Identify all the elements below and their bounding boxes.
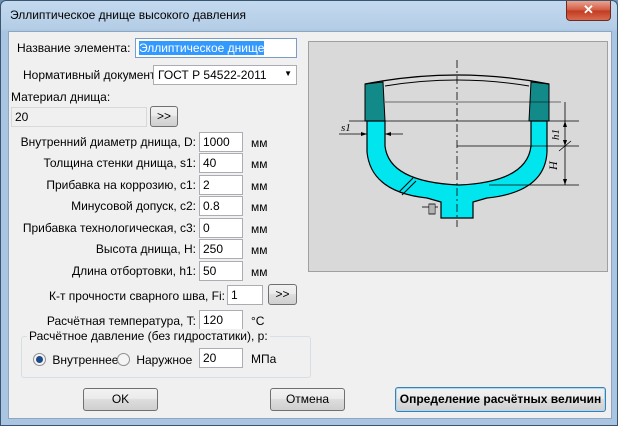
param-input-d[interactable]: 1000 bbox=[199, 132, 243, 152]
chevron-down-icon: ▼ bbox=[284, 69, 292, 78]
param-unit-s1: мм bbox=[251, 157, 268, 171]
h1-label: h1 bbox=[550, 129, 562, 140]
calc-values-button[interactable]: Определение расчётных величин bbox=[395, 387, 606, 412]
window-title: Эллиптическое днище высокого давления bbox=[10, 8, 246, 22]
param-label-h1: Длина отбортовки, h1: bbox=[71, 264, 196, 278]
title-bar[interactable]: Эллиптическое днище высокого давления ✕ bbox=[1, 1, 617, 31]
radio-outer-label: Наружное bbox=[136, 352, 193, 367]
norm-doc-value: ГОСТ Р 54522-2011 bbox=[158, 68, 267, 82]
param-input-c1[interactable]: 2 bbox=[199, 175, 243, 195]
param-unit-c2: мм bbox=[251, 200, 268, 214]
pressure-group-label: Расчётное давление (без гидростатики), p… bbox=[27, 329, 270, 343]
pressure-input[interactable]: 20 bbox=[199, 348, 243, 368]
param-unit-h: мм bbox=[251, 243, 268, 257]
param-label-c1: Прибавка на коррозию, c1: bbox=[46, 178, 196, 192]
material-label: Материал днища: bbox=[11, 90, 111, 104]
radio-inner[interactable] bbox=[33, 353, 46, 367]
weld-select-button[interactable]: >> bbox=[268, 284, 297, 305]
temperature-input[interactable]: 120 bbox=[199, 310, 243, 330]
param-unit-d: мм bbox=[251, 136, 268, 150]
param-input-c2[interactable]: 0.8 bbox=[199, 196, 243, 216]
param-unit-c1: мм bbox=[251, 179, 268, 193]
param-unit-h1: мм bbox=[251, 265, 268, 279]
element-name-input[interactable]: Эллиптическое днище bbox=[135, 38, 297, 58]
param-label-c3: Прибавка технологическая, c3: bbox=[22, 221, 196, 235]
param-input-h[interactable]: 250 bbox=[199, 239, 243, 259]
material-value: 20 bbox=[15, 110, 29, 124]
element-name-value: Эллиптическое днище bbox=[139, 41, 265, 55]
head-drawing-svg: s1 h1 H bbox=[339, 60, 579, 227]
norm-doc-label: Нормативный документ: bbox=[23, 68, 159, 82]
material-field: 20 bbox=[11, 107, 147, 127]
dialog-window: Эллиптическое днище высокого давления ✕ … bbox=[0, 0, 618, 426]
param-input-h1[interactable]: 50 bbox=[199, 261, 243, 281]
param-unit-c3: мм bbox=[251, 222, 268, 236]
norm-doc-select[interactable]: ГОСТ Р 54522-2011 ▼ bbox=[153, 65, 297, 85]
dialog-client-area: Название элемента: Эллиптическое днище Н… bbox=[8, 31, 612, 419]
pressure-outer-option[interactable]: Наружное bbox=[117, 352, 192, 367]
ok-button[interactable]: OK bbox=[83, 388, 158, 411]
param-label-c2: Минусовой допуск, c2: bbox=[71, 199, 196, 213]
s1-label: s1 bbox=[341, 122, 351, 134]
pressure-inner-option[interactable]: Внутреннее bbox=[33, 352, 118, 367]
right-flange bbox=[528, 81, 550, 122]
element-name-label: Название элемента: bbox=[17, 41, 131, 55]
radio-inner-label: Внутреннее bbox=[52, 352, 119, 367]
param-label-d: Внутренний диаметр днища, D: bbox=[20, 135, 196, 149]
pressure-unit: МПа bbox=[251, 352, 277, 366]
left-flange bbox=[364, 81, 386, 122]
temperature-unit: °C bbox=[251, 314, 265, 328]
material-select-button[interactable]: >> bbox=[150, 106, 178, 127]
head-drawing: s1 h1 H bbox=[308, 41, 608, 272]
temperature-label: Расчётная температура, T: bbox=[46, 314, 196, 328]
param-label-h: Высота днища, H: bbox=[95, 242, 196, 256]
weld-input[interactable]: 1 bbox=[227, 285, 263, 305]
close-button[interactable]: ✕ bbox=[566, 1, 611, 21]
param-input-c3[interactable]: 0 bbox=[199, 218, 243, 238]
radio-outer[interactable] bbox=[117, 353, 130, 367]
cancel-button[interactable]: Отмена bbox=[270, 388, 345, 411]
h-label: H bbox=[546, 160, 560, 171]
param-input-s1[interactable]: 40 bbox=[199, 153, 243, 173]
weld-label: К-т прочности сварного шва, Fi: bbox=[48, 289, 225, 303]
param-label-s1: Толщина стенки днища, s1: bbox=[43, 156, 196, 170]
